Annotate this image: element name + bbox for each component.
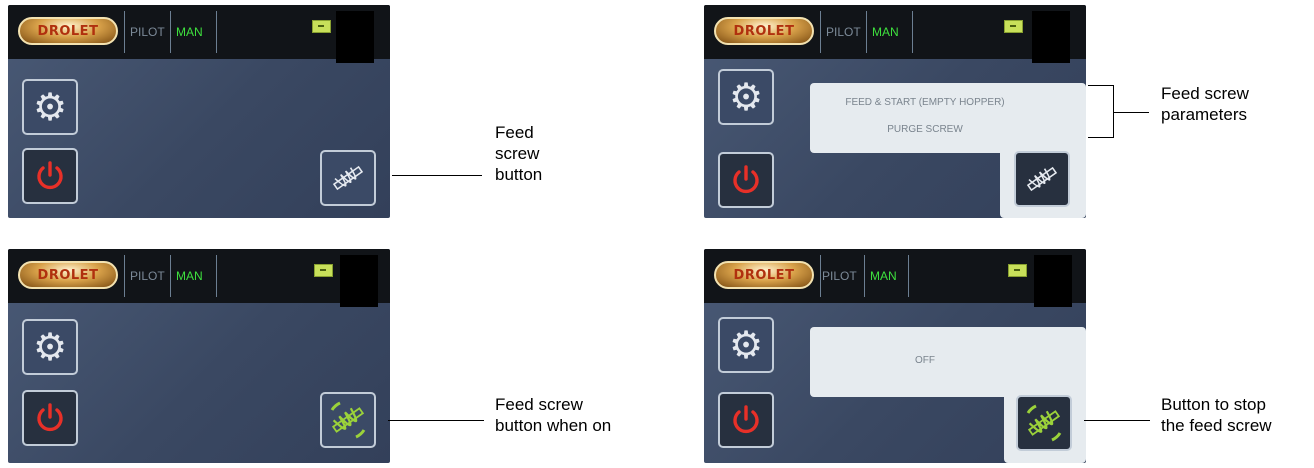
callout-stop-feed-screw: Button to stop the feed screw [1161, 395, 1272, 435]
settings-button[interactable]: ⚙ [718, 317, 774, 373]
gear-icon: ⚙ [32, 85, 68, 129]
separator [170, 255, 171, 297]
separator [866, 11, 867, 53]
drolet-logo: DROLET [714, 17, 814, 45]
option-feed-and-start[interactable]: FEED & START (EMPTY HOPPER) [810, 97, 1040, 108]
power-icon [733, 165, 759, 194]
screen-feed-off: DROLET PILOT MAN ⚙ [8, 5, 390, 218]
status-bar: DROLET PILOT MAN [704, 249, 1086, 307]
display-block [1034, 255, 1072, 307]
drolet-logo: DROLET [714, 261, 814, 289]
leader-line [392, 175, 482, 176]
feed-screw-button[interactable] [1014, 151, 1070, 207]
option-purge-screw[interactable]: PURGE SCREW [810, 124, 1040, 135]
settings-button[interactable]: ⚙ [22, 79, 78, 135]
feed-screw-icon [1026, 166, 1058, 192]
status-bar: DROLET PILOT MAN [8, 5, 390, 63]
bracket-top [1088, 85, 1113, 86]
mode-man[interactable]: MAN [176, 269, 203, 283]
separator [124, 255, 125, 297]
battery-icon [312, 20, 331, 33]
gear-icon: ⚙ [728, 323, 764, 367]
drolet-logo: DROLET [18, 17, 118, 45]
leader-line [1113, 112, 1149, 113]
separator [908, 255, 909, 297]
bracket-bottom [1088, 137, 1113, 138]
separator [124, 11, 125, 53]
status-bar: DROLET PILOT MAN [8, 249, 390, 307]
feed-screw-active-icon [1026, 404, 1062, 442]
feed-screw-active-icon [330, 401, 366, 439]
power-button[interactable] [22, 390, 78, 446]
mode-pilot[interactable]: PILOT [130, 269, 165, 283]
separator [864, 255, 865, 297]
feed-screw-button[interactable] [320, 150, 376, 206]
callout-feed-screw-parameters: Feed screw parameters [1161, 84, 1249, 124]
feed-screw-button-on[interactable] [320, 392, 376, 448]
feed-screw-icon [332, 165, 364, 191]
settings-button[interactable]: ⚙ [22, 319, 78, 375]
callout-feed-screw-button: Feed screw button [495, 123, 543, 184]
status-bar: DROLET PILOT MAN [704, 5, 1086, 63]
mode-pilot[interactable]: PILOT [822, 269, 857, 283]
leader-line [388, 420, 484, 421]
callout-feed-screw-on: Feed screw button when on [495, 395, 612, 435]
feed-parameters-panel [810, 83, 1086, 153]
battery-icon [1008, 264, 1027, 277]
screen-stop-feed: DROLET PILOT MAN ⚙ OFF [704, 249, 1086, 463]
screen-feed-on: DROLET PILOT MAN ⚙ [8, 249, 390, 463]
drolet-logo: DROLET [18, 261, 118, 289]
power-icon [733, 405, 759, 434]
power-button[interactable] [718, 152, 774, 208]
separator [912, 11, 913, 53]
mode-pilot[interactable]: PILOT [130, 25, 165, 39]
power-button[interactable] [22, 148, 78, 204]
separator [216, 11, 217, 53]
display-block [336, 11, 374, 63]
gear-icon: ⚙ [728, 75, 764, 119]
power-button[interactable] [718, 392, 774, 448]
display-block [340, 255, 378, 307]
separator [170, 11, 171, 53]
leader-line [1084, 420, 1150, 421]
mode-pilot[interactable]: PILOT [826, 25, 861, 39]
feed-status-text: OFF [915, 355, 935, 366]
gear-icon: ⚙ [32, 325, 68, 369]
screen-feed-parameters: DROLET PILOT MAN ⚙ FEED & START (EMPTY H… [704, 5, 1086, 218]
power-icon [37, 161, 63, 190]
separator [820, 255, 821, 297]
battery-icon [314, 264, 333, 277]
display-block [1032, 11, 1070, 63]
separator [820, 11, 821, 53]
battery-icon [1004, 20, 1023, 33]
power-icon [37, 403, 63, 432]
stop-feed-screw-button[interactable] [1016, 395, 1072, 451]
mode-man[interactable]: MAN [872, 25, 899, 39]
separator [216, 255, 217, 297]
mode-man[interactable]: MAN [176, 25, 203, 39]
mode-man[interactable]: MAN [870, 269, 897, 283]
settings-button[interactable]: ⚙ [718, 69, 774, 125]
